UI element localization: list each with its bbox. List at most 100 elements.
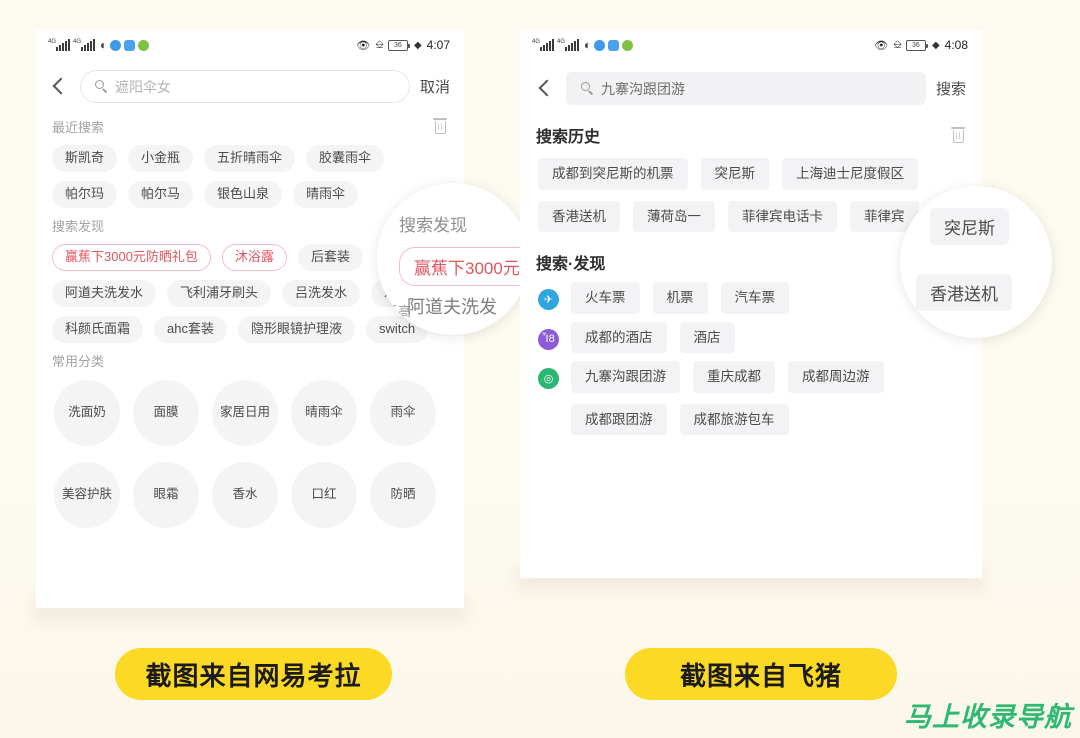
charging-bolt-icon: ◆	[413, 39, 422, 51]
recent-search-tag[interactable]: 胶囊雨伞	[306, 145, 385, 172]
history-tag[interactable]: 突尼斯	[700, 158, 769, 190]
vibrate-icon: ⎒	[375, 38, 384, 51]
search-input-left[interactable]: 遮阳伞女	[80, 70, 410, 103]
discover-tag[interactable]: 酒店	[679, 321, 735, 354]
category-circle[interactable]: 口红	[291, 461, 357, 528]
discover-tag[interactable]: 隐形眼镜护理液	[237, 315, 355, 343]
trash-icon[interactable]	[950, 126, 966, 144]
recent-search-tag[interactable]: 帕尔玛	[52, 180, 118, 208]
magnifier-bubble-left: 搜索发现 赢蕉下3000元 乐高 阿道夫洗发	[377, 183, 529, 335]
history-tag[interactable]: 薄荷岛一	[633, 200, 715, 233]
recent-search-tag[interactable]: 小金瓶	[128, 145, 194, 172]
discover-tag[interactable]: ahc套装	[154, 315, 227, 343]
eye-icon: 👁	[874, 39, 889, 52]
discover-tag[interactable]: 吕洗发水	[282, 279, 361, 307]
discover-tag[interactable]: 成都跟团游	[571, 403, 667, 436]
signal-icon-2: 4G	[73, 39, 95, 51]
categories-title: 常用分类	[52, 353, 105, 369]
battery-icon: 36	[905, 39, 928, 51]
caption-left: 截图来自网易考拉	[115, 648, 392, 700]
category-circle[interactable]: 防晒	[370, 461, 436, 528]
category-circle[interactable]: 面膜	[133, 379, 199, 446]
category-circle[interactable]: 晴雨伞	[291, 379, 357, 446]
discover-tag[interactable]: 成都周边游	[788, 361, 884, 393]
magnifier-bubble-right: 突尼斯 香港送机	[900, 186, 1052, 338]
category-circle[interactable]: 美容 护肤	[54, 461, 120, 528]
discover-tag[interactable]: 汽车票	[720, 282, 789, 314]
category-circle[interactable]: 眼霜	[133, 461, 199, 528]
category-circle[interactable]: 家居 日用	[212, 379, 278, 446]
trash-icon[interactable]	[432, 118, 448, 135]
eye-icon: 👁	[356, 39, 371, 52]
discover-tag[interactable]: 机票	[652, 282, 708, 314]
charging-bolt-icon: ◆	[931, 39, 940, 51]
recent-search-tag[interactable]: 五折晴雨伞	[204, 145, 296, 172]
discover-tag[interactable]: 成都旅游包车	[679, 403, 789, 436]
blue-square-app-icon	[124, 40, 136, 51]
discover-tag[interactable]: 科颜氏面霜	[52, 315, 144, 343]
recent-search-tag[interactable]: 晴雨伞	[293, 180, 359, 208]
watermark: 马上收录导航	[904, 702, 1072, 732]
recent-search-tag[interactable]: 帕尔马	[128, 180, 194, 208]
loupe-title-left: 搜索发现	[399, 216, 467, 235]
loupe-hot-tag: 赢蕉下3000元	[399, 247, 529, 286]
search-input-right[interactable]: 九寨沟跟团游	[566, 72, 926, 105]
category-circle[interactable]: 香水	[212, 461, 278, 528]
search-icon	[95, 80, 108, 93]
battery-level: 36	[912, 41, 920, 49]
discover-tag[interactable]: 赢蕉下3000元防晒礼包	[52, 243, 211, 271]
loupe-tag-bottom: 香港送机	[916, 274, 1012, 311]
blue-square-app-icon	[608, 40, 620, 51]
hotel-icon: Ἶ8	[538, 328, 559, 350]
discover-tag[interactable]: 后套装	[297, 243, 363, 271]
wifi-icon: ◐	[584, 38, 592, 52]
category-circles: 洗面奶 面膜 家居 日用 晴雨伞 雨伞美容 护肤 眼霜 香水 口红 防晒	[36, 370, 464, 542]
history-tag[interactable]: 菲律宾电话卡	[728, 200, 837, 233]
discover-title-right: 搜索·发现	[536, 256, 606, 274]
discover-title-left: 搜索发现	[52, 218, 105, 234]
recent-search-header: 最近搜索	[36, 113, 464, 136]
network-label-1: 4G	[532, 39, 541, 45]
search-row-left: 遮阳伞女 取消	[36, 60, 464, 113]
discover-tag[interactable]: 火车票	[571, 282, 640, 314]
recent-search-tag[interactable]: 斯凯奇	[52, 145, 118, 172]
discover-tag[interactable]: 飞利浦牙刷头	[167, 279, 272, 307]
history-tag[interactable]: 上海迪士尼度假区	[782, 158, 918, 190]
discover-tag[interactable]: 重庆成都	[693, 361, 775, 393]
discover-tag[interactable]: 沐浴露	[221, 243, 287, 271]
back-chevron-icon[interactable]	[532, 77, 556, 101]
search-row-right: 九寨沟跟团游 搜索	[520, 60, 982, 117]
discover-group-row: ◎ 九寨沟跟团游 重庆成都 成都周边游成都跟团游 成都旅游包车	[520, 353, 982, 436]
history-tag[interactable]: 成都到突尼斯的机票	[538, 158, 688, 190]
network-label-2: 4G	[557, 39, 566, 45]
plane-icon: ✈	[538, 289, 559, 311]
discover-tag[interactable]: 阿道夫洗发水	[52, 279, 157, 307]
category-circle[interactable]: 雨伞	[370, 379, 436, 446]
network-label-2: 4G	[73, 39, 82, 45]
discover-tag[interactable]: 成都的酒店	[571, 321, 667, 354]
discover-tag[interactable]: 九寨沟跟团游	[571, 361, 680, 393]
blue-app-icon	[110, 40, 122, 51]
green-play-icon	[138, 40, 150, 51]
history-title: 搜索历史	[536, 129, 601, 146]
signal-icon-1: 4G	[532, 39, 554, 51]
category-circle[interactable]: 洗面奶	[54, 379, 120, 446]
history-tag[interactable]: 香港送机	[538, 200, 620, 233]
battery-icon: 36	[387, 39, 410, 51]
recent-search-tag[interactable]: 银色山泉	[204, 180, 283, 208]
caption-right: 截图来自飞猪	[625, 648, 897, 700]
status-clock: 4:07	[426, 38, 450, 52]
history-header: 搜索历史	[520, 117, 982, 147]
search-button[interactable]: 搜索	[936, 78, 966, 99]
back-chevron-icon[interactable]	[46, 75, 70, 99]
signal-icon-2: 4G	[557, 39, 579, 51]
wifi-icon: ◐	[100, 38, 108, 52]
signal-icon-1: 4G	[48, 39, 70, 51]
status-bar-right: 4G 4G ◐ 👁 ⎒ 36 ◆ 4:08	[520, 30, 982, 60]
cancel-button[interactable]: 取消	[420, 76, 450, 97]
loupe-tag-top: 突尼斯	[930, 208, 1009, 245]
status-bar-left: 4G 4G ◐ 👁 ⎒ 36 ◆ 4:07	[36, 30, 464, 60]
search-value: 九寨沟跟团游	[601, 80, 685, 97]
search-icon	[581, 82, 594, 95]
tour-icon: ◎	[538, 368, 559, 390]
